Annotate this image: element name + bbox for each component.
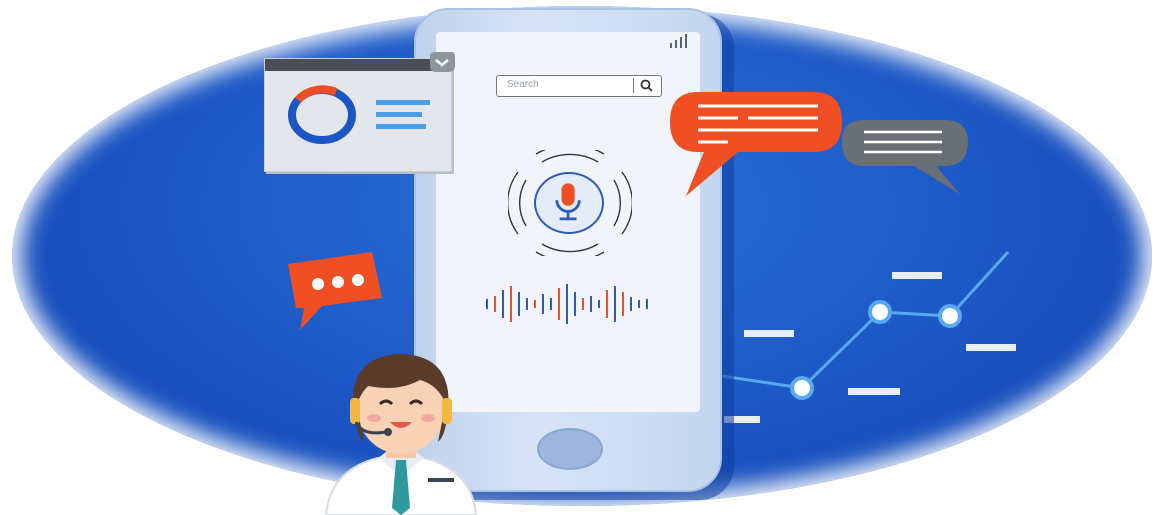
graph-dash-labels <box>724 272 1016 423</box>
graph-point <box>868 300 892 324</box>
home-button[interactable] <box>537 428 603 470</box>
chevron-down-icon[interactable] <box>428 50 456 74</box>
illustration-scene: Search <box>0 0 1161 515</box>
search-icon[interactable] <box>639 78 654 93</box>
microphone-button[interactable] <box>534 172 604 234</box>
graph-point <box>790 376 814 400</box>
search-input[interactable]: Search <box>496 75 662 97</box>
signal-bars-icon <box>670 34 687 48</box>
search-placeholder: Search <box>507 79 539 90</box>
donut-chart <box>288 85 356 144</box>
search-divider <box>633 78 634 93</box>
microphone-icon <box>555 183 581 221</box>
audio-waveform <box>486 284 648 324</box>
speech-bubble-orange <box>670 92 842 196</box>
line-graph <box>722 250 1016 423</box>
speech-bubble-gray <box>842 120 968 194</box>
graph-point <box>938 304 962 328</box>
graph-line <box>722 250 1010 390</box>
chat-typing-icon <box>288 252 382 330</box>
support-agent-avatar <box>324 354 478 515</box>
legend-lines <box>376 100 430 129</box>
dashboard-title-bar <box>265 59 451 71</box>
